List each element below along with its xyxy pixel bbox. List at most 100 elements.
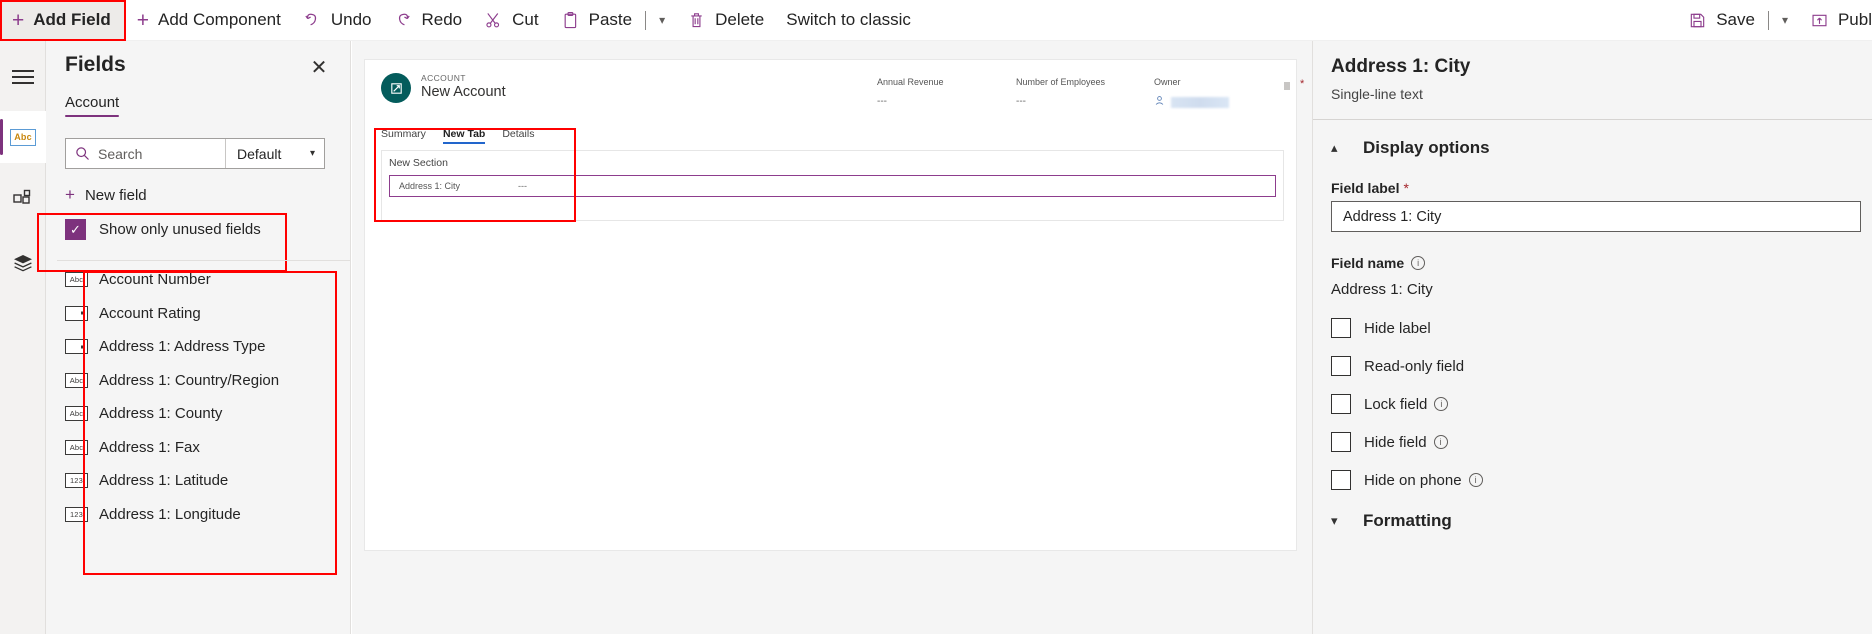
owner-value[interactable] (1154, 93, 1229, 111)
owner-required-asterisk: * (1300, 78, 1305, 90)
scissors-icon (484, 11, 503, 30)
fields-panel-tabs: Account (65, 94, 120, 117)
form-designer-app: + Add Field + Add Component Undo Redo Cu… (0, 0, 1872, 634)
rail-item-components[interactable] (0, 175, 46, 227)
paste-label: Paste (588, 10, 633, 29)
switch-to-classic-label: Switch to classic (786, 10, 911, 29)
rail-item-menu[interactable] (0, 51, 46, 103)
header-field-label: Annual Revenue (877, 77, 944, 87)
switch-to-classic-button[interactable]: Switch to classic (775, 0, 922, 41)
paste-options-chevron-down-icon[interactable]: ▾ (648, 0, 676, 41)
owner-redacted-value (1171, 96, 1229, 108)
field-list-item-label: Address 1: Address Type (99, 338, 266, 356)
chevron-down-icon: ▾ (1331, 513, 1338, 528)
info-icon[interactable]: i (1434, 397, 1449, 411)
field-name-caption-text: Field name (1331, 255, 1405, 271)
cut-button[interactable]: Cut (473, 0, 549, 41)
rail-item-fields[interactable]: Abc (0, 111, 46, 163)
info-icon[interactable]: i (1468, 473, 1483, 487)
field-name-caption: Field name i (1331, 255, 1426, 271)
redo-button[interactable]: Redo (383, 0, 474, 41)
form-field-label: Address 1: City (399, 181, 461, 191)
search-box[interactable] (66, 139, 225, 168)
info-icon[interactable]: i (1433, 435, 1448, 449)
add-component-button[interactable]: + Add Component (126, 0, 292, 41)
chevron-up-icon: ▴ (1331, 140, 1338, 155)
field-list-item-label: Account Rating (99, 304, 201, 322)
header-field-number-of-employees[interactable]: Number of Employees --- (1016, 77, 1105, 107)
canvas-scrollbar-track[interactable] (1283, 82, 1290, 182)
option-set-type-icon (65, 339, 88, 355)
checkmark-icon: ✓ (65, 219, 86, 240)
option-set-type-icon (65, 305, 88, 321)
lock-field-text: Lock field (1364, 395, 1428, 413)
display-options-accordion[interactable]: ▴ Display options (1331, 138, 1490, 158)
field-list-item[interactable]: 123 Address 1: Longitude (57, 498, 351, 532)
new-field-button[interactable]: + New field (65, 185, 147, 205)
form-field-address1-city[interactable]: Address 1: City --- (389, 175, 1276, 197)
close-icon[interactable]: ✕ (307, 55, 331, 79)
add-component-label: Add Component (157, 10, 281, 29)
add-field-button[interactable]: + Add Field (0, 0, 126, 41)
entity-name-label: ACCOUNT (421, 73, 466, 83)
undo-button[interactable]: Undo (292, 0, 383, 41)
save-label: Save (1716, 10, 1755, 29)
save-options-chevron-down-icon[interactable]: ▾ (1771, 0, 1799, 41)
field-list-item[interactable]: 123 Address 1: Latitude (57, 464, 351, 498)
rail-item-layers[interactable] (0, 239, 46, 291)
info-icon[interactable]: i (1411, 256, 1426, 270)
properties-title: Address 1: City (1331, 56, 1471, 77)
trash-icon (687, 11, 706, 30)
field-list-item-label: Address 1: County (99, 405, 223, 423)
search-icon (75, 146, 90, 161)
properties-subtitle: Single-line text (1331, 86, 1423, 102)
field-list-item[interactable]: Abc Account Number (57, 263, 351, 297)
canvas-scrollbar-thumb[interactable] (1284, 82, 1290, 90)
redo-arrow-icon (394, 11, 413, 30)
header-field-owner[interactable]: Owner (1154, 77, 1229, 111)
hide-label-checkbox[interactable]: Hide label (1331, 318, 1431, 338)
formatting-accordion[interactable]: ▾ Formatting (1331, 511, 1452, 531)
tab-account[interactable]: Account (65, 94, 120, 117)
section-title: New Section (389, 157, 448, 169)
checkbox-box (1331, 356, 1351, 376)
abc-text-icon: Abc (10, 128, 36, 146)
text-type-icon: Abc (65, 272, 88, 288)
field-list-item[interactable]: Address 1: Address Type (57, 330, 351, 364)
paste-button[interactable]: Paste (550, 0, 643, 41)
publish-button[interactable]: Publ (1799, 0, 1872, 41)
field-list-item-label: Address 1: Longitude (99, 505, 241, 523)
form-field-value: --- (518, 181, 528, 191)
search-input[interactable] (98, 145, 225, 162)
form-header: ACCOUNT New Account Annual Revenue --- N… (365, 60, 1304, 118)
header-field-annual-revenue[interactable]: Annual Revenue --- (877, 77, 944, 107)
fields-panel-title: Fields (65, 53, 126, 76)
hide-field-checkbox[interactable]: Hide field i (1331, 432, 1448, 452)
command-bar-right-group: Save ▾ Publ (1677, 0, 1872, 41)
person-icon (1154, 93, 1165, 111)
hide-on-phone-checkbox[interactable]: Hide on phone i (1331, 470, 1483, 490)
form-tab-new-tab[interactable]: New Tab (442, 128, 486, 144)
field-list-item[interactable]: Abc Address 1: Fax (57, 431, 351, 465)
fields-panel: Fields ✕ Account Default ▾ + New field (37, 41, 381, 634)
field-list-item[interactable]: Account Rating (57, 297, 351, 331)
filter-dropdown[interactable]: Default ▾ (225, 139, 324, 168)
form-tab-details[interactable]: Details (502, 128, 534, 144)
lock-field-checkbox[interactable]: Lock field i (1331, 394, 1449, 414)
save-button[interactable]: Save (1677, 0, 1766, 41)
form-tab-summary[interactable]: Summary (381, 128, 426, 144)
chevron-down-icon: ▾ (309, 148, 315, 159)
field-list-item[interactable]: Abc Address 1: County (57, 397, 351, 431)
read-only-field-checkbox[interactable]: Read-only field (1331, 356, 1464, 376)
form-preview-card: ACCOUNT New Account Annual Revenue --- N… (364, 59, 1304, 551)
field-list-item[interactable]: Abc Address 1: Country/Region (57, 364, 351, 398)
field-list[interactable]: Abc Account Number Account Rating Address 1… (57, 263, 351, 575)
delete-button[interactable]: Delete (676, 0, 775, 41)
field-list-item-label: Address 1: Latitude (99, 472, 229, 490)
form-canvas: ACCOUNT New Account Annual Revenue --- N… (352, 41, 1312, 634)
field-list-item-label: Address 1: Country/Region (99, 371, 280, 389)
properties-panel: Address 1: City Single-line text ▴ Displ… (1312, 41, 1872, 634)
search-and-filter-row: Default ▾ (65, 138, 325, 169)
show-only-unused-fields-checkbox[interactable]: ✓ Show only unused fields (65, 219, 261, 240)
field-label-input[interactable] (1331, 201, 1861, 232)
